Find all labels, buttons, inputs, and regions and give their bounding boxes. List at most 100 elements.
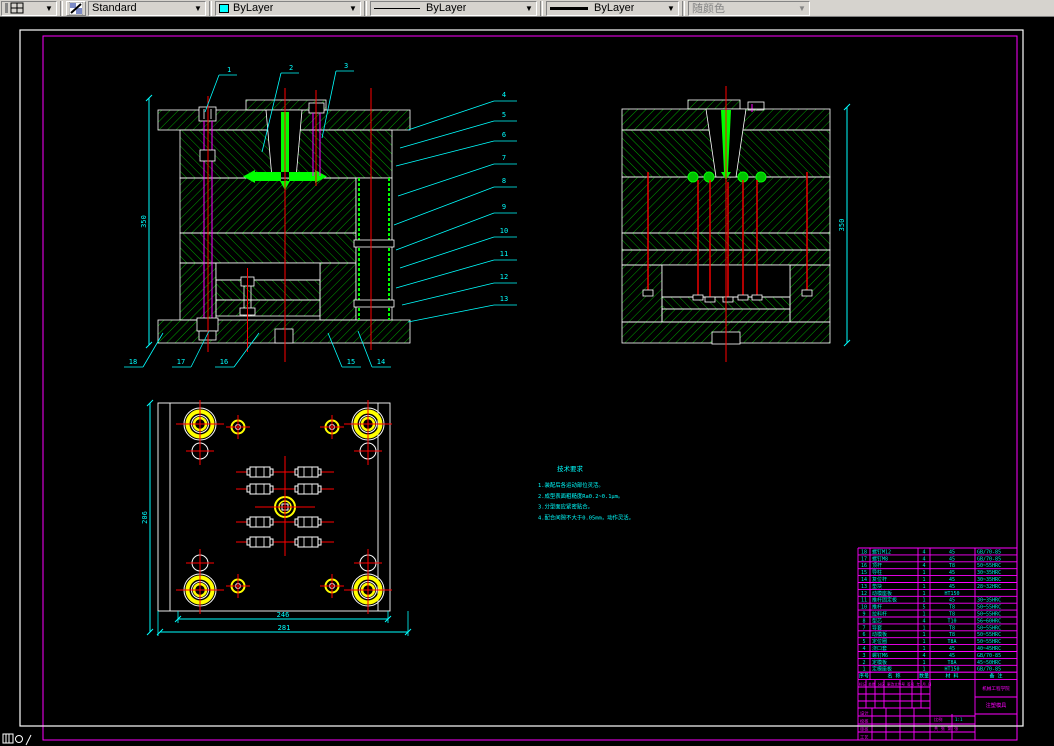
bom-cell: 11: [861, 598, 867, 604]
bom-cell: 导柱: [872, 569, 882, 576]
leader-number: 13: [500, 295, 508, 303]
bom-cell: 45~50HRC: [977, 660, 1001, 666]
chevron-down-icon: ▼: [525, 3, 533, 13]
layer-icon: [5, 2, 24, 14]
cavity-insert: [249, 536, 271, 548]
leader-number: 10: [500, 227, 508, 235]
scale-label: 比例: [934, 716, 942, 723]
dimension-text: 206: [141, 511, 149, 524]
right-section-view: [621, 86, 831, 362]
bom-cell: 1: [922, 598, 925, 604]
linetype-control-combo[interactable]: ByLayer ▼: [370, 0, 537, 16]
bom-cell: 推杆: [872, 604, 882, 611]
linetype-sample-icon: [374, 7, 420, 9]
cavity-insert: [246, 538, 251, 546]
bom-cell: T8: [949, 632, 955, 638]
drawing-canvas[interactable]: 1 2 34567891011121318 17 16 15 14350 3502062462…: [0, 0, 1054, 746]
bom-cell: 1: [922, 632, 925, 638]
drawing-title: 注塑模具: [986, 701, 1007, 709]
left-section-view: [157, 88, 411, 362]
bom-cell: 50~55HRC: [977, 632, 1001, 638]
bom-cell: 4: [922, 563, 925, 569]
chevron-down-icon: ▼: [45, 3, 53, 13]
bom-cell: 1: [922, 660, 925, 666]
bom-cell: 1: [922, 612, 925, 618]
leader-number: 5: [502, 111, 506, 119]
bom-cell: 1: [922, 639, 925, 645]
text-style-value: Standard: [92, 2, 137, 14]
lineweight-control-combo[interactable]: ByLayer ▼: [546, 0, 679, 16]
color-control-combo[interactable]: ByLayer ▼: [215, 0, 361, 16]
cavity-insert: [294, 485, 299, 493]
bom-cell: 50~55HRC: [977, 605, 1001, 611]
bom-cell: T8: [949, 625, 955, 631]
text-style-button[interactable]: [66, 0, 86, 16]
toolbar-separator: [540, 0, 543, 16]
plot-style-value: 随颜色: [692, 3, 725, 15]
bom-cell: 15: [861, 570, 867, 576]
bom-cell: 1: [922, 646, 925, 652]
chevron-down-icon: ▼: [798, 3, 806, 13]
leader-number: 14: [377, 358, 385, 366]
toolbar-separator: [682, 0, 685, 16]
color-swatch: [219, 3, 229, 13]
bom-cell: 拉料杆: [872, 611, 887, 618]
bom-header: 数量: [919, 673, 929, 680]
cavity-insert: [269, 518, 274, 526]
notes-item: 3.分型面应紧密贴合。: [538, 503, 593, 511]
bom-cell: 30~35HRC: [977, 577, 1001, 583]
bom-header: 备 注: [989, 673, 1002, 680]
cavity-insert: [297, 483, 319, 495]
bom-cell: 10: [861, 605, 867, 611]
leader-number: 18: [129, 358, 137, 366]
revision-row-labels: 标记 处数 分区 更改文件号 签名 年.月.日: [859, 682, 932, 687]
bom-cell: 1: [922, 667, 925, 673]
bom-cell: 45: [949, 646, 955, 652]
leader-number: 7: [502, 154, 506, 162]
text-style-combo[interactable]: Standard ▼: [88, 0, 206, 16]
cavity-insert: [317, 485, 322, 493]
bom-cell: GB/70-85: [977, 549, 1001, 555]
toolbar-separator: [60, 0, 63, 16]
leader-number: 17: [177, 358, 185, 366]
bom-cell: 45: [949, 570, 955, 576]
designer-label: 校核: [860, 718, 869, 725]
clipped-layer-combo[interactable]: ▼: [1, 0, 57, 16]
bom-cell: 56~60HRC: [977, 618, 1001, 624]
color-value: ByLayer: [233, 2, 274, 14]
bom-cell: 1: [922, 591, 925, 597]
bom-cell: 30~35HRC: [977, 598, 1001, 604]
bom-cell: 50~55HRC: [977, 639, 1001, 645]
chevron-down-icon: ▼: [667, 3, 675, 13]
cavity-insert: [269, 468, 274, 476]
bom-cell: 4: [922, 653, 925, 659]
bom-cell: 17: [861, 556, 867, 562]
bom-cell: 定模座板: [872, 666, 892, 673]
cavity-insert: [246, 518, 251, 526]
cavity-insert: [294, 538, 299, 546]
cavity-insert: [269, 485, 274, 493]
bom-cell: 定模板: [872, 659, 887, 666]
designer-label: 工艺: [860, 735, 868, 740]
bom-cell: 5: [862, 639, 865, 645]
bom-cell: T8: [949, 563, 955, 569]
bom-cell: 45: [949, 549, 955, 555]
bom-cell: 1: [922, 570, 925, 576]
notes-title: 技术要求: [557, 464, 584, 473]
bom-cell: 动模板: [872, 631, 887, 638]
bom-cell: 螺钉M6: [872, 652, 888, 659]
bom-cell: 9: [862, 612, 865, 618]
school-name: 机械工程学院: [982, 685, 1010, 692]
bom-cell: 45: [949, 556, 955, 562]
bom-cell: 复位杆: [872, 576, 887, 583]
chevron-down-icon: ▼: [194, 3, 202, 13]
bom-cell: 45: [949, 653, 955, 659]
bom-cell: 50~55HRC: [977, 625, 1001, 631]
plot-style-combo[interactable]: 随颜色 ▼: [688, 0, 810, 16]
leader-number: 1: [227, 66, 231, 74]
toolbar-separator: [209, 0, 212, 16]
bom-cell: 4: [922, 618, 925, 624]
cavity-insert: [246, 485, 251, 493]
leader-number: 12: [500, 273, 508, 281]
cavity-insert: [249, 466, 271, 478]
